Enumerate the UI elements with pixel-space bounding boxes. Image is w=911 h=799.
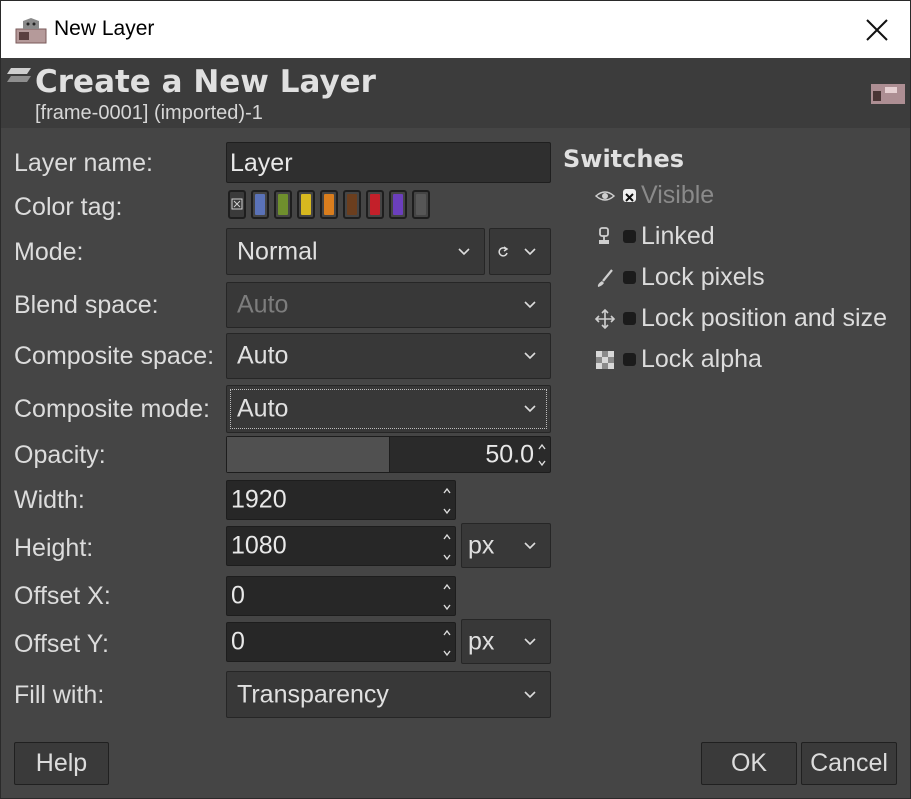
width-value: 1920 [231, 485, 287, 514]
spin-arrows-icon[interactable] [441, 625, 453, 661]
opacity-value: 50.0 [485, 440, 534, 468]
height-value: 1080 [231, 531, 287, 560]
color-tag-yellow[interactable] [297, 190, 315, 219]
layer-name-input[interactable]: Layer [226, 142, 551, 183]
blend-space-label: Blend space: [14, 291, 159, 319]
brush-icon [597, 269, 613, 287]
mode-value: Normal [237, 237, 318, 265]
blend-space-value: Auto [237, 290, 289, 319]
offset-y-spinbutton[interactable]: 0 [226, 622, 456, 662]
chevron-down-icon [524, 637, 536, 645]
width-label: Width: [14, 486, 85, 514]
cancel-button[interactable]: Cancel [801, 742, 897, 785]
opacity-fill [227, 437, 390, 472]
size-unit-value: px [468, 531, 495, 559]
chevron-down-icon [524, 301, 536, 309]
reset-mode-icon [498, 246, 509, 257]
image-name: [frame-0001] (imported)-1 [35, 102, 263, 124]
chevron-down-icon [524, 690, 536, 698]
fill-with-label: Fill with: [14, 681, 105, 709]
height-label: Height: [14, 534, 94, 562]
offset-x-value: 0 [231, 581, 245, 610]
switches-heading: Switches [563, 145, 685, 173]
chevron-down-icon [524, 405, 536, 413]
visible-checkbox[interactable] [623, 189, 636, 202]
lock-position-label: Lock position and size [641, 304, 887, 332]
spin-arrows-icon[interactable] [441, 483, 453, 519]
chevron-down-icon [524, 247, 536, 255]
offset-unit-value: px [468, 627, 495, 655]
lock-pixels-label: Lock pixels [641, 263, 765, 291]
lock-alpha-checkbox[interactable] [623, 353, 636, 366]
size-unit-dropdown[interactable]: px [461, 523, 551, 568]
offset-unit-dropdown[interactable]: px [461, 619, 551, 664]
window-title: New Layer [54, 17, 155, 40]
color-tag-gray[interactable] [412, 190, 430, 219]
lock-position-checkbox[interactable] [623, 312, 636, 325]
move-icon [594, 308, 616, 330]
fill-with-value: Transparency [237, 680, 389, 708]
opacity-slider[interactable]: 50.0 [226, 436, 551, 473]
color-tag-green[interactable] [274, 190, 292, 219]
new-layer-icon [5, 64, 33, 88]
offset-x-label: Offset X: [14, 582, 111, 610]
composite-mode-dropdown[interactable]: Auto [226, 385, 551, 433]
color-tag-label: Color tag: [14, 193, 123, 221]
color-tag-none[interactable] [228, 190, 246, 219]
composite-mode-value: Auto [237, 394, 289, 423]
close-button[interactable] [847, 7, 907, 53]
spin-arrows-icon[interactable] [441, 579, 453, 615]
spin-arrows-icon[interactable] [536, 439, 548, 471]
mode-group-dropdown[interactable] [489, 228, 551, 275]
dialog-header: Create a New Layer [frame-0001] (importe… [1, 58, 910, 128]
color-tag-brown[interactable] [343, 190, 361, 219]
eye-icon [594, 191, 616, 201]
spin-arrows-icon[interactable] [441, 529, 453, 565]
visible-label: Visible [641, 181, 715, 209]
offset-y-label: Offset Y: [14, 630, 109, 658]
layer-name-value: Layer [230, 149, 293, 177]
close-icon [866, 19, 888, 41]
chain-icon [599, 227, 609, 244]
composite-space-dropdown[interactable]: Auto [226, 333, 551, 379]
chevron-down-icon [524, 352, 536, 360]
check-mark-icon [625, 193, 634, 202]
linked-label: Linked [641, 222, 715, 250]
mode-label: Mode: [14, 238, 84, 266]
linked-checkbox[interactable] [623, 230, 636, 243]
chevron-down-icon [524, 541, 536, 549]
blend-space-dropdown[interactable]: Auto [226, 282, 551, 328]
lock-pixels-checkbox[interactable] [623, 271, 636, 284]
help-button[interactable]: Help [14, 742, 109, 785]
checkerboard-icon [596, 351, 614, 369]
width-spinbutton[interactable]: 1920 [226, 480, 456, 520]
lock-alpha-label: Lock alpha [641, 345, 762, 373]
fill-with-dropdown[interactable]: Transparency [226, 671, 551, 718]
opacity-label: Opacity: [14, 441, 106, 469]
composite-space-value: Auto [237, 341, 289, 370]
image-thumbnail [871, 84, 905, 104]
offset-y-value: 0 [231, 627, 245, 656]
height-spinbutton[interactable]: 1080 [226, 526, 456, 566]
chevron-down-icon [458, 247, 470, 255]
color-tag-orange[interactable] [320, 190, 338, 219]
composite-mode-label: Composite mode: [14, 395, 210, 423]
title-bar[interactable]: New Layer [1, 1, 910, 58]
color-tag-red[interactable] [366, 190, 384, 219]
color-tag-blue[interactable] [251, 190, 269, 219]
dialog-title: Create a New Layer [35, 64, 376, 100]
layer-name-label: Layer name: [14, 149, 153, 177]
offset-x-spinbutton[interactable]: 0 [226, 576, 456, 616]
mode-dropdown[interactable]: Normal [226, 228, 485, 275]
ok-button[interactable]: OK [701, 742, 797, 785]
no-color-icon [231, 198, 243, 210]
composite-space-label: Composite space: [14, 342, 215, 370]
color-tag-violet[interactable] [389, 190, 407, 219]
gimp-app-icon [15, 17, 47, 45]
